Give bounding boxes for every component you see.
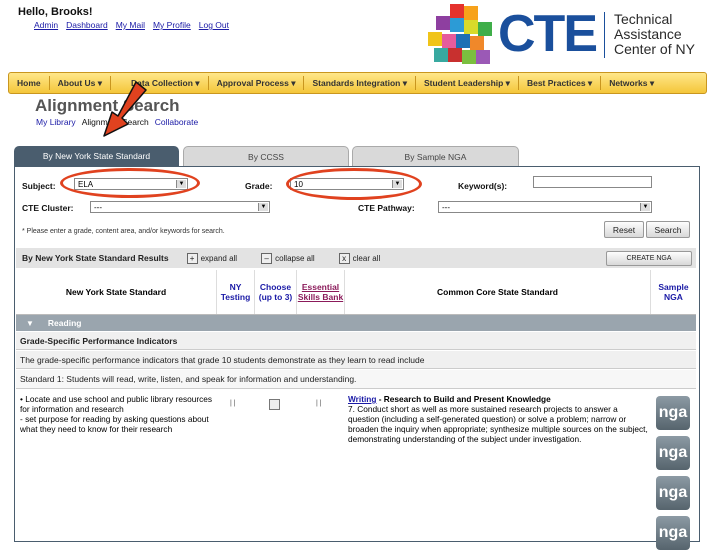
logo-cubes-icon (428, 4, 492, 64)
collapse-all-label: collapse all (275, 253, 315, 263)
clear-all-label: clear all (352, 253, 381, 263)
row-standard-1: Standard 1: Students will read, write, l… (16, 370, 696, 389)
account-links: Admin Dashboard My Mail My Profile Log O… (34, 20, 229, 30)
nav-standards-integration[interactable]: Standards Integration ▾ (304, 78, 414, 89)
search-button[interactable]: Search (646, 221, 690, 238)
col-ny-testing[interactable]: NY Testing (216, 270, 254, 314)
tab-by-ccss[interactable]: By CCSS (183, 146, 349, 168)
admin-link[interactable]: Admin (34, 20, 58, 30)
col-nys-standard: New York State Standard (65, 287, 167, 297)
chevron-down-icon: ▼ (258, 203, 268, 211)
ess-indicator: | | (316, 400, 322, 407)
tab-by-sample-nga[interactable]: By Sample NGA (352, 146, 519, 168)
logo-brand: CTE (498, 5, 598, 63)
nav-best-practices[interactable]: Best Practices ▾ (519, 78, 600, 89)
ny-testing-indicator: | | (230, 400, 236, 407)
logo-divider (604, 12, 605, 58)
cte-cluster-value: --- (94, 202, 102, 212)
sample-nga-button-2[interactable]: nga (656, 436, 690, 470)
greeting-text: Hello, Brooks! (18, 6, 93, 18)
nav-networks[interactable]: Networks ▾ (601, 78, 662, 89)
ccss-title: - Research to Build and Present Knowledg… (376, 394, 551, 404)
chevron-down-icon: ▼ (640, 203, 650, 211)
cte-pathway-select[interactable]: --- ▼ (438, 201, 652, 213)
plus-icon: + (186, 252, 198, 264)
cte-pathway-label: CTE Pathway: (358, 203, 415, 213)
cte-pathway-value: --- (442, 202, 450, 212)
triangle-down-icon: ▼ (26, 318, 34, 328)
keywords-input[interactable] (533, 176, 652, 188)
results-title: By New York State Standard Results (22, 253, 169, 263)
close-icon: x (338, 252, 350, 264)
cte-cluster-select[interactable]: --- ▼ (90, 201, 270, 213)
logo-tagline: Technical Assistance Center of NY (614, 12, 695, 57)
col-sample-nga: Sample NGA (650, 270, 696, 314)
annotation-oval-subject (60, 168, 200, 198)
results-column-headers: New York State Standard NY Testing Choos… (16, 270, 696, 315)
sample-nga-button-3[interactable]: nga (656, 476, 690, 510)
choose-checkbox[interactable] (269, 399, 280, 410)
sample-nga-button-1[interactable]: nga (656, 396, 690, 430)
tab-by-nys-standard[interactable]: By New York State Standard (14, 146, 179, 166)
log-out-link[interactable]: Log Out (199, 20, 229, 30)
my-mail-link[interactable]: My Mail (116, 20, 145, 30)
subnav-my-library[interactable]: My Library (36, 117, 76, 127)
cte-cluster-label: CTE Cluster: (22, 203, 74, 213)
clear-all-control[interactable]: x clear all (338, 252, 381, 264)
ccss-body: 7. Conduct short as well as more sustain… (348, 404, 648, 444)
reset-button[interactable]: Reset (604, 221, 644, 238)
nga-column: nga nga nga nga (656, 396, 690, 550)
tagline-line-1: Technical (614, 11, 673, 27)
expand-all-control[interactable]: + expand all (186, 252, 238, 264)
nav-student-leadership[interactable]: Student Leadership ▾ (416, 78, 518, 89)
sample-nga-button-4[interactable]: nga (656, 516, 690, 550)
my-profile-link[interactable]: My Profile (153, 20, 191, 30)
annotation-arrow-icon (103, 81, 147, 137)
table-row: • Locate and use school and public libra… (16, 390, 696, 550)
nys-standard-text: • Locate and use school and public libra… (20, 394, 212, 434)
dashboard-link[interactable]: Dashboard (66, 20, 108, 30)
section-reading[interactable]: ▼ Reading (16, 315, 696, 331)
col-choose: Choose (up to 3) (254, 270, 296, 314)
ccss-cell: Writing - Research to Build and Present … (348, 394, 648, 444)
nav-home[interactable]: Home (9, 78, 49, 88)
grade-label: Grade: (245, 181, 273, 191)
subnav-collaborate[interactable]: Collaborate (155, 117, 198, 127)
ccss-writing-link[interactable]: Writing (348, 394, 376, 404)
keywords-label: Keyword(s): (458, 181, 508, 191)
search-note: * Please enter a grade, content area, an… (22, 228, 225, 235)
collapse-all-control[interactable]: – collapse all (261, 252, 315, 264)
nav-approval-process[interactable]: Approval Process ▾ (209, 78, 304, 89)
subject-label: Subject: (22, 181, 56, 191)
minus-icon: – (261, 252, 273, 264)
col-essential-skills-bank[interactable]: Essential Skills Bank (296, 270, 344, 314)
annotation-oval-grade (286, 168, 422, 200)
results-header: By New York State Standard Results + exp… (16, 248, 696, 268)
row-grade-indicators-desc: The grade-specific performance indicator… (16, 351, 696, 369)
section-reading-label: Reading (47, 318, 82, 328)
tagline-line-3: Center of NY (614, 41, 695, 57)
expand-all-label: expand all (200, 253, 238, 263)
create-nga-button[interactable]: CREATE NGA (606, 251, 692, 266)
row-performance-indicators: Grade-Specific Performance Indicators (16, 332, 696, 350)
col-ccss: Common Core State Standard (344, 270, 650, 314)
tagline-line-2: Assistance (614, 26, 682, 42)
